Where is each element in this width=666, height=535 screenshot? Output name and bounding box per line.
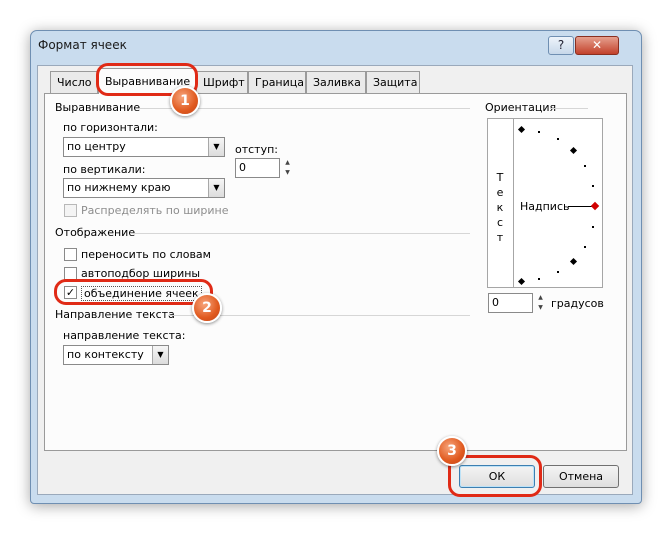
orientation-needle [568, 206, 593, 207]
display-group-title: Отображение [55, 226, 136, 239]
dial-dot [584, 246, 586, 248]
horizontal-select-value: по центру [67, 140, 126, 153]
dial-dot [557, 271, 559, 273]
wrap-text-checkbox[interactable] [64, 248, 77, 261]
help-button[interactable]: ? [548, 36, 574, 55]
chevron-down-icon[interactable]: ▼ [152, 346, 168, 364]
vertical-select-value: по нижнему краю [67, 181, 171, 194]
wrap-text-label: переносить по словам [81, 248, 211, 261]
vertical-text-sample[interactable]: Т е к с т [493, 170, 507, 245]
spin-up-icon[interactable]: ▲ [281, 158, 294, 168]
indent-label: отступ: [235, 143, 279, 156]
callout-badge-1: 1 [170, 86, 200, 116]
direction-select-value: по контексту [67, 348, 144, 361]
close-button[interactable]: ✕ [575, 36, 619, 55]
dial-dot [592, 185, 594, 187]
tab-fill[interactable]: Заливка [306, 71, 366, 93]
display-group-divider [130, 233, 470, 234]
direction-select[interactable]: по контексту ▼ [63, 345, 169, 365]
distribute-checkbox[interactable] [64, 204, 77, 217]
degrees-label: градусов [551, 297, 604, 310]
vertical-select[interactable]: по нижнему краю ▼ [63, 178, 225, 198]
spin-up-icon[interactable]: ▲ [534, 293, 547, 303]
indent-spinner[interactable]: ▲ ▼ [281, 158, 294, 178]
direction-group-title: Направление текста [55, 308, 175, 321]
horizontal-select[interactable]: по центру ▼ [63, 137, 225, 157]
tab-number[interactable]: Число [50, 71, 98, 93]
dial-dot [592, 226, 594, 228]
orientation-group-divider [550, 108, 588, 109]
tab-font[interactable]: Шрифт [196, 71, 248, 93]
degrees-input[interactable]: 0 [488, 293, 533, 313]
callout-merge-cells [54, 279, 213, 305]
indent-input[interactable]: 0 [235, 158, 280, 178]
cancel-button[interactable]: Отмена [543, 465, 619, 488]
tab-protection[interactable]: Защита [366, 71, 420, 93]
dialog-title: Формат ячеек [38, 38, 127, 52]
vertical-label: по вертикали: [63, 163, 146, 176]
orientation-divider [513, 119, 514, 287]
dial-dot [557, 138, 559, 140]
chevron-down-icon[interactable]: ▼ [208, 179, 224, 197]
dial-dot [584, 165, 586, 167]
orientation-group-title: Ориентация [485, 101, 557, 114]
chevron-down-icon[interactable]: ▼ [208, 138, 224, 156]
direction-label: направление текста: [63, 329, 186, 342]
spin-down-icon[interactable]: ▼ [281, 168, 294, 178]
horizontal-label: по горизонтали: [63, 121, 158, 134]
callout-badge-2: 2 [192, 293, 222, 323]
dial-dot [538, 278, 540, 280]
dial-dot [538, 131, 540, 133]
orientation-caption: Надпись [520, 200, 570, 213]
tab-border[interactable]: Граница [248, 71, 306, 93]
distribute-label: Распределять по ширине [81, 204, 229, 217]
alignment-group-title: Выравнивание [55, 101, 141, 114]
spin-down-icon[interactable]: ▼ [534, 303, 547, 313]
callout-badge-3: 3 [437, 436, 467, 466]
degrees-spinner[interactable]: ▲ ▼ [534, 293, 547, 313]
